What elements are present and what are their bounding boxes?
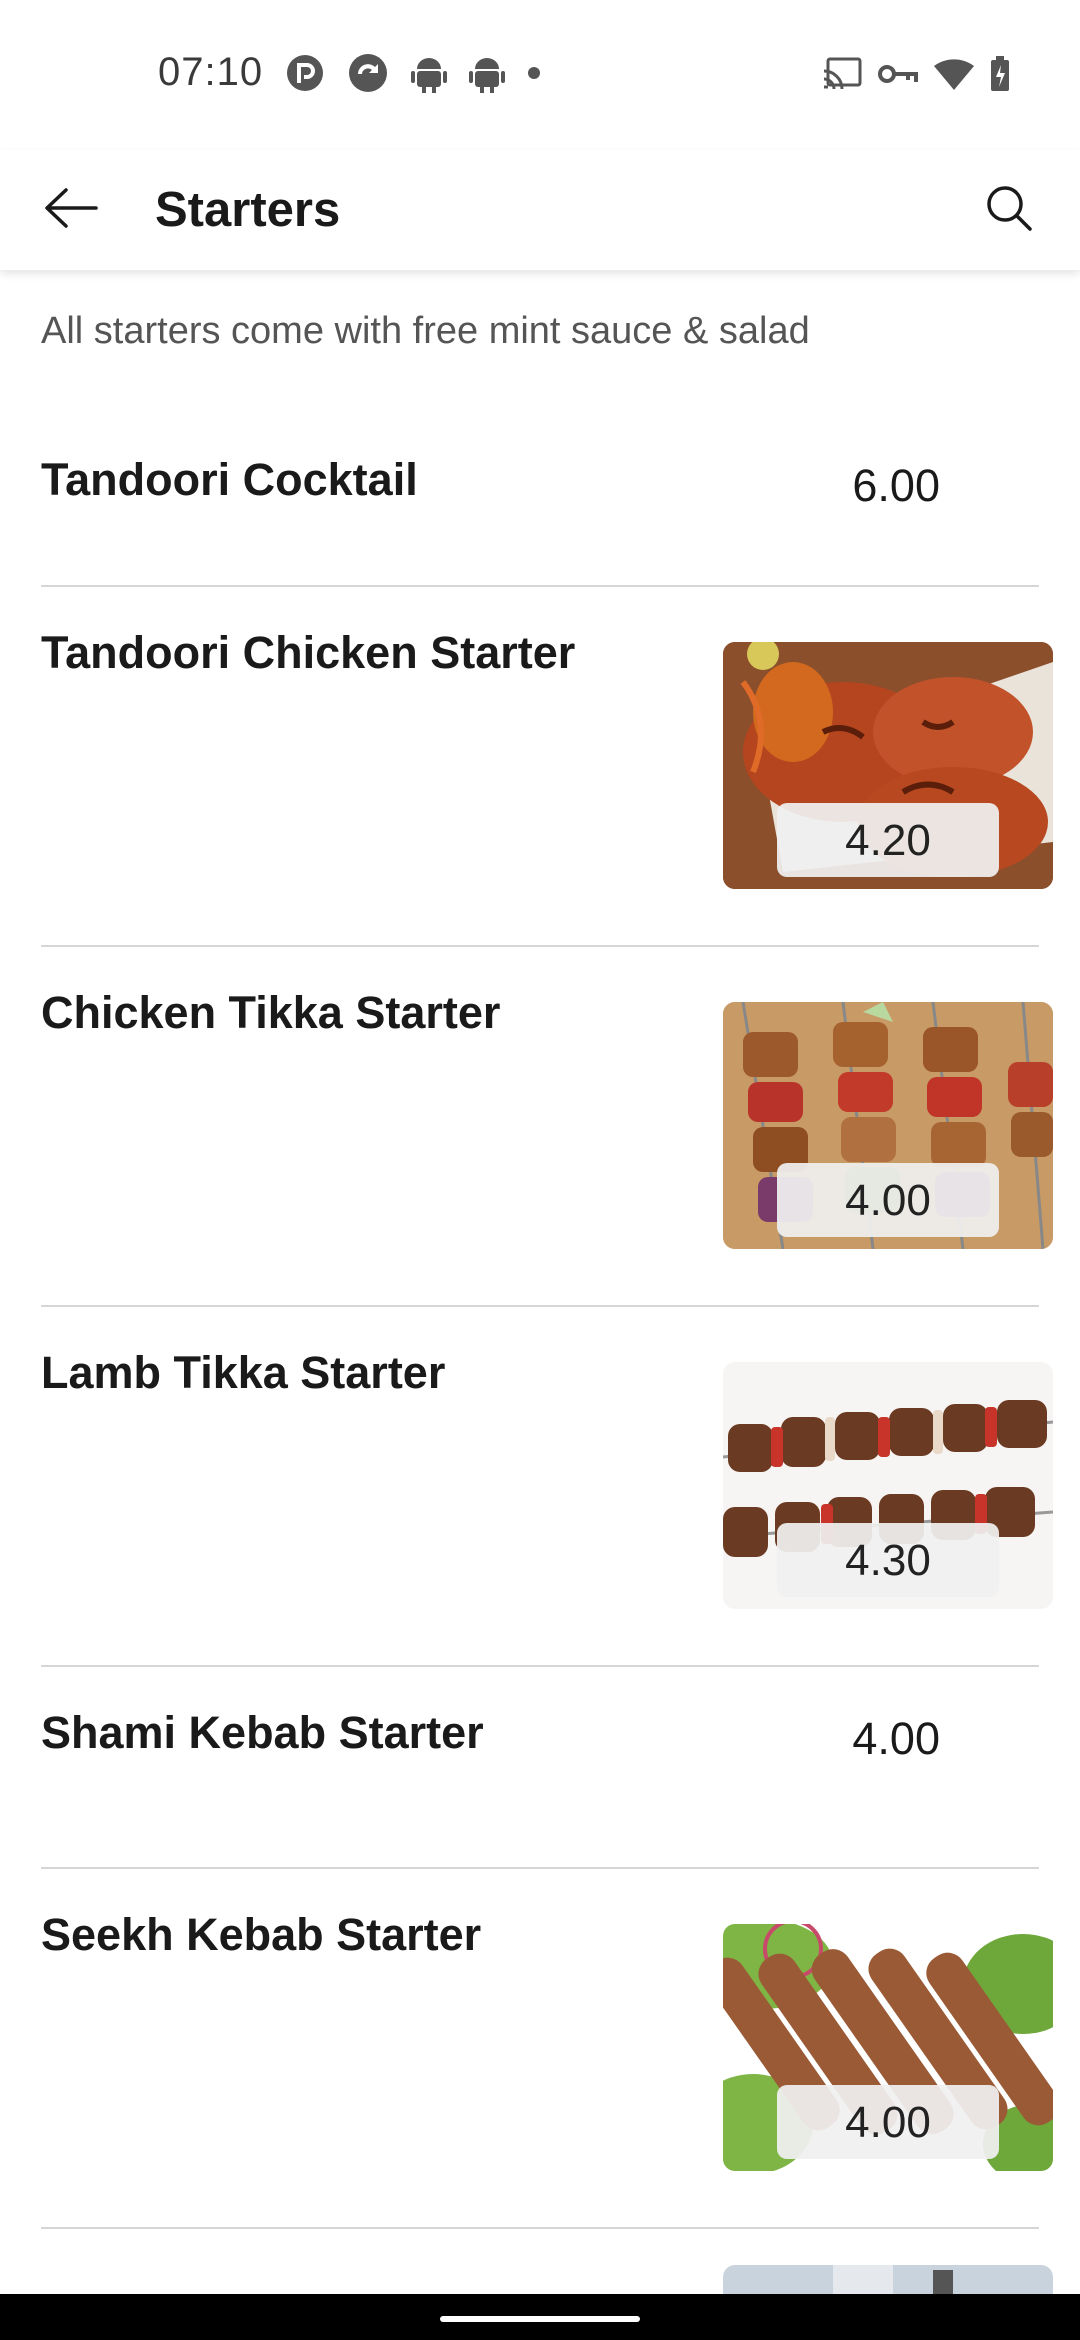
vpn-key-icon — [878, 62, 918, 91]
navigation-bar — [0, 2294, 1080, 2340]
menu-item[interactable]: Tandoori Cocktail 6.00 — [0, 410, 1080, 590]
seekh-kebab-photo: 4.00 — [723, 1924, 1053, 2171]
sync-app-icon — [347, 52, 389, 99]
menu-item[interactable]: Tandoori Chicken Starter 4.20 — [0, 587, 1080, 945]
next-item-photo — [723, 2265, 1053, 2294]
menu-item[interactable]: Lamb Tikka Starter 4.30 — [0, 1307, 1080, 1665]
menu-item-name: Tandoori Cocktail — [41, 454, 418, 505]
menu-item-name: Seekh Kebab Starter — [41, 1909, 482, 1960]
back-button[interactable] — [36, 178, 106, 242]
android-icon — [469, 53, 505, 98]
menu-item-price: 4.00 — [852, 1713, 940, 1764]
home-gesture-handle[interactable] — [440, 2316, 640, 2322]
battery-charging-icon — [990, 56, 1010, 97]
arrow-left-icon — [44, 187, 98, 233]
android-icon — [411, 53, 447, 98]
lamb-tikka-skewers-photo: 4.30 — [723, 1362, 1053, 1609]
system-icons — [822, 56, 1010, 97]
cast-icon — [822, 57, 862, 96]
menu-item-name: Lamb Tikka Starter — [41, 1347, 446, 1398]
menu-list: All starters come with free mint sauce &… — [0, 270, 1080, 2294]
status-bar: 07:10 — [0, 0, 1080, 150]
menu-item-price: 4.20 — [777, 803, 999, 877]
menu-item-name: Tandoori Chicken Starter — [41, 627, 576, 678]
search-icon — [985, 184, 1033, 237]
menu-item-price: 6.00 — [852, 460, 940, 511]
pocket-casts-icon — [285, 53, 325, 98]
tandoori-chicken-photo: 4.20 — [723, 642, 1053, 889]
app-bar: Starters — [0, 150, 1080, 270]
divider — [41, 2227, 1039, 2229]
wifi-icon — [934, 58, 974, 95]
status-time: 07:10 — [158, 50, 264, 94]
menu-item[interactable]: Seekh Kebab Starter 4.00 — [0, 1869, 1080, 2227]
menu-item-name: Shami Kebab Starter — [41, 1707, 484, 1758]
menu-item-price: 4.30 — [777, 1523, 999, 1597]
menu-item[interactable]: Chicken Tikka Starter 4.00 — [0, 947, 1080, 1305]
search-button[interactable] — [974, 176, 1044, 244]
chicken-tikka-skewers-photo: 4.00 — [723, 1002, 1053, 1249]
menu-item[interactable]: Shami Kebab Starter 4.00 — [0, 1667, 1080, 1867]
category-note: All starters come with free mint sauce &… — [41, 310, 810, 352]
page-title: Starters — [155, 183, 341, 237]
menu-item-price: 4.00 — [777, 1163, 999, 1237]
notification-icons — [285, 52, 541, 99]
menu-item-name: Chicken Tikka Starter — [41, 987, 501, 1038]
dot-icon — [527, 66, 541, 85]
menu-item-price: 4.00 — [777, 2085, 999, 2159]
